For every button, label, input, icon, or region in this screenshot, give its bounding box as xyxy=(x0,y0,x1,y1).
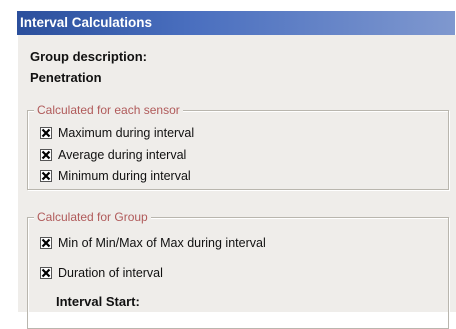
checkbox-label: Average during interval xyxy=(58,148,187,162)
checkbox-maximum-during-interval[interactable]: Maximum during interval xyxy=(40,125,194,141)
group-calculations-group: Calculated for Group Min of Min/Max of M… xyxy=(27,210,449,329)
checkbox-min-of-min-max-of-max[interactable]: Min of Min/Max of Max during interval xyxy=(40,235,266,251)
checkbox-checked-icon[interactable] xyxy=(40,149,52,161)
checkbox-checked-icon[interactable] xyxy=(40,170,52,182)
checkbox-minimum-during-interval[interactable]: Minimum during interval xyxy=(40,168,191,184)
checkbox-checked-icon[interactable] xyxy=(40,127,52,139)
window-title: Interval Calculations xyxy=(20,15,153,30)
checkbox-label: Duration of interval xyxy=(58,266,163,280)
sensor-calculations-group: Calculated for each sensor Maximum durin… xyxy=(27,103,449,190)
window-title-bar[interactable]: Interval Calculations xyxy=(17,11,455,35)
sensor-group-legend: Calculated for each sensor xyxy=(34,103,183,117)
checkbox-checked-icon[interactable] xyxy=(40,237,52,249)
checkbox-checked-icon[interactable] xyxy=(40,267,52,279)
group-description-label: Group description: xyxy=(30,49,147,64)
checkbox-label: Minimum during interval xyxy=(58,169,191,183)
dialog-panel: Group description: Penetration Calculate… xyxy=(17,35,456,329)
group-calc-legend: Calculated for Group xyxy=(34,210,151,224)
interval-start-label: Interval Start: xyxy=(56,294,140,309)
checkbox-average-during-interval[interactable]: Average during interval xyxy=(40,147,186,163)
checkbox-label: Min of Min/Max of Max during interval xyxy=(58,236,266,250)
group-description-value: Penetration xyxy=(30,70,102,85)
checkbox-duration-of-interval[interactable]: Duration of interval xyxy=(40,265,163,281)
checkbox-label: Maximum during interval xyxy=(58,126,195,140)
